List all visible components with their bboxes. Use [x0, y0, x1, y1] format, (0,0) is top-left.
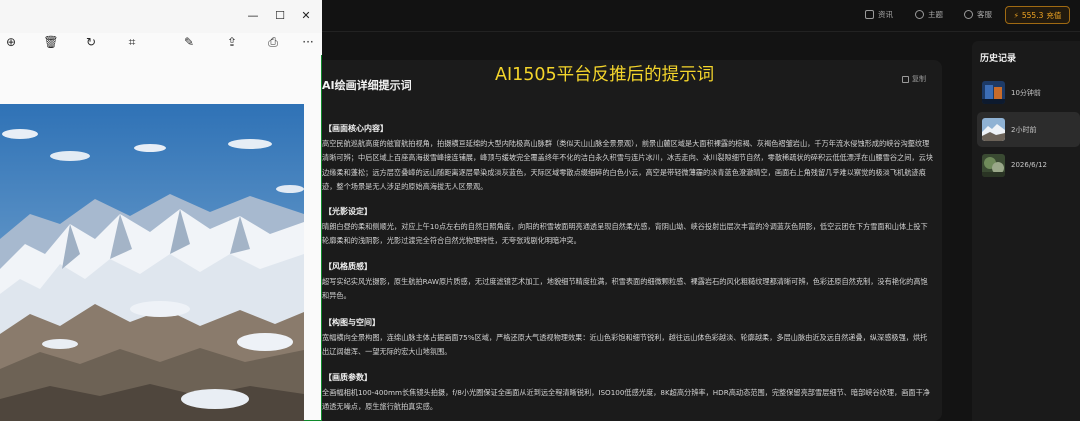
section-heading: 【构图与空间】 — [324, 318, 380, 327]
panel-title: AI绘画详细提示词 — [322, 79, 412, 92]
edit-icon[interactable]: ✎ — [181, 35, 197, 49]
recharge-label: 充值 — [1046, 10, 1062, 20]
minimize-icon[interactable]: — — [246, 10, 260, 22]
crop-icon[interactable]: ⌗ — [124, 35, 140, 50]
support-label: 客服 — [977, 10, 992, 19]
theme-icon — [915, 10, 924, 19]
copy-label: 复制 — [912, 75, 926, 83]
close-icon[interactable]: ✕ — [299, 10, 313, 22]
support-link[interactable]: 客服 — [964, 9, 992, 20]
credit-value: 555.3 — [1021, 10, 1044, 20]
section-heading: 【画面核心内容】 — [324, 124, 388, 133]
history-item-label: 10分钟前 — [1011, 89, 1041, 97]
lightning-icon: ⚡ — [1013, 10, 1019, 20]
share-icon[interactable]: ⇪ — [224, 35, 240, 49]
more-icon[interactable]: ··· — [300, 35, 316, 49]
history-thumbnail — [982, 118, 1005, 141]
copy-icon — [902, 75, 909, 83]
history-title: 历史记录 — [980, 54, 1017, 64]
theme-label: 主题 — [928, 10, 943, 19]
history-thumbnail — [982, 81, 1005, 104]
theme-toggle[interactable]: 主题 — [915, 9, 943, 20]
prompt-panel: AI绘画详细提示词 复制 【画面核心内容】 高空民航巡航高度的舷窗航拍视角，拍摄… — [300, 60, 942, 421]
zoom-in-icon[interactable]: ⊕ — [3, 35, 19, 49]
section-body: 高空民航巡航高度的舷窗航拍视角，拍摄横亘延绵的大型内陆极高山脉群（类似天山山脉全… — [322, 139, 933, 192]
news-link[interactable]: 资讯 — [865, 9, 893, 20]
window-titlebar[interactable]: — ☐ ✕ — [0, 0, 322, 33]
delete-icon[interactable]: 🗑 — [43, 35, 59, 49]
news-label: 资讯 — [878, 10, 893, 19]
history-item-label: 2小时前 — [1011, 126, 1037, 134]
photo-viewer-window: — ☐ ✕ ⊕ 🗑 ↻ ⌗ ✎ ⇪ ⎙ ··· — [0, 0, 322, 421]
section-heading: 【风格质感】 — [324, 262, 372, 271]
data-icon — [865, 10, 874, 19]
section-body: 晴朗白昼的柔和侧顺光，对应上午10点左右的自然日照角度，向阳的积雪坡面明亮通透呈… — [322, 222, 928, 246]
rotate-icon[interactable]: ↻ — [83, 35, 99, 49]
viewer-toolbar: ⊕ 🗑 ↻ ⌗ ✎ ⇪ ⎙ ··· — [0, 33, 322, 55]
history-item[interactable]: 10分钟前 — [977, 75, 1080, 110]
history-item[interactable]: 2026/6/12 — [977, 148, 1080, 183]
recharge-button[interactable]: ⚡ 555.3 充值 — [1005, 6, 1070, 24]
history-item-label: 2026/6/12 — [1011, 161, 1047, 169]
maximize-icon[interactable]: ☐ — [273, 10, 287, 22]
mountain-photo — [0, 104, 304, 421]
history-sidebar: 历史记录 10分钟前 2小时前 2026/6/12 — [972, 41, 1080, 421]
history-item[interactable]: 2小时前 — [977, 112, 1080, 147]
section-body: 宽幅横向全景构图，连绵山脉主体占据画面75%区域，严格还原大气透视物理效果：近山… — [322, 333, 928, 357]
overlay-caption: AI1505平台反推后的提示词 — [495, 65, 715, 85]
section-heading: 【画质参数】 — [324, 373, 372, 382]
history-thumbnail — [982, 154, 1005, 177]
headset-icon — [964, 10, 973, 19]
section-body: 超写实纪实风光摄影，原生航拍RAW原片质感，无过度滤镜艺术加工，地貌细节精度拉满… — [322, 277, 928, 301]
section-heading: 【光影设定】 — [324, 207, 372, 216]
section-body: 全画幅相机100-400mm长焦镜头拍摄，f/8小光圈保证全画面从近到远全程清晰… — [322, 388, 930, 412]
print-icon[interactable]: ⎙ — [265, 35, 281, 50]
copy-button[interactable]: 复制 — [902, 74, 926, 84]
